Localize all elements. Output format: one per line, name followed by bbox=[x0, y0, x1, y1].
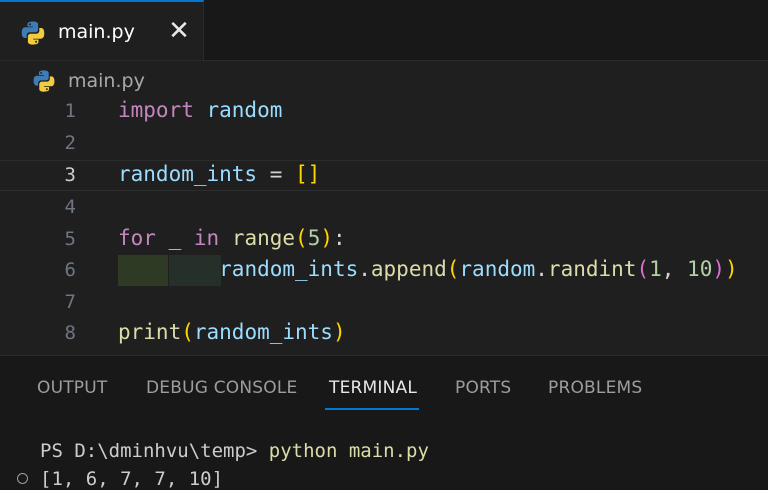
code-token: in bbox=[193, 226, 220, 250]
code-text: random_ints.append(random.randint(1, 10)… bbox=[118, 257, 738, 281]
active-tab-indicator bbox=[325, 408, 419, 410]
breadcrumb-filename: main.py bbox=[68, 70, 145, 92]
close-icon[interactable]: ✕ bbox=[164, 16, 194, 46]
code-token: random_ints bbox=[193, 320, 333, 344]
python-file-icon bbox=[20, 20, 46, 51]
code-token: random bbox=[459, 257, 536, 281]
tab-output[interactable]: OUTPUT bbox=[37, 378, 108, 398]
code-line[interactable]: 2 bbox=[0, 128, 768, 159]
code-token: print bbox=[118, 320, 182, 344]
code-line[interactable]: 7 bbox=[0, 287, 768, 318]
code-editor[interactable]: 1 import random 2 3 random_ints = [] 4 5 for _ … bbox=[0, 96, 768, 354]
code-token: import bbox=[118, 98, 194, 122]
line-number: 3 bbox=[64, 164, 76, 186]
line-number: 4 bbox=[64, 196, 76, 218]
line-number: 5 bbox=[64, 228, 76, 250]
tab-debug-console[interactable]: DEBUG CONSOLE bbox=[146, 378, 297, 398]
line-number: 2 bbox=[64, 132, 76, 154]
editor-tab-main-py[interactable]: main.py ✕ bbox=[0, 0, 204, 60]
code-token: range bbox=[231, 226, 296, 250]
code-text: import random bbox=[118, 98, 282, 122]
code-text: print(random_ints) bbox=[118, 320, 346, 344]
line-number: 6 bbox=[64, 259, 76, 281]
line-number: 7 bbox=[64, 291, 76, 313]
code-line[interactable]: 3 random_ints = [] bbox=[0, 160, 768, 191]
code-token: ( bbox=[446, 257, 460, 281]
line-number: 1 bbox=[64, 100, 76, 122]
code-token: random_ints bbox=[118, 162, 258, 186]
code-token: ( bbox=[636, 257, 650, 281]
line-number: 8 bbox=[64, 322, 76, 344]
python-file-icon bbox=[32, 69, 56, 98]
code-token: for bbox=[118, 226, 156, 250]
code-token: ) bbox=[712, 257, 725, 281]
code-text: for _ in range(5): bbox=[118, 226, 346, 250]
tab-label: main.py bbox=[58, 21, 135, 43]
code-token: 10 bbox=[687, 257, 713, 281]
tab-ports[interactable]: PORTS bbox=[455, 378, 511, 398]
code-token: 5 bbox=[307, 226, 321, 250]
code-token: append bbox=[370, 257, 447, 281]
code-line[interactable]: 1 import random bbox=[0, 96, 768, 127]
code-line[interactable]: 6 random_ints.append(random.randint(1, 1… bbox=[0, 255, 768, 286]
command-status-icon[interactable] bbox=[17, 473, 28, 484]
code-text: random_ints = [] bbox=[118, 162, 320, 186]
code-line[interactable]: 5 for _ in range(5): bbox=[0, 224, 768, 255]
editor-tab-bar: main.py ✕ bbox=[0, 0, 768, 61]
code-line[interactable]: 8 print(random_ints) bbox=[0, 318, 768, 349]
code-token: ( bbox=[295, 226, 308, 250]
terminal-prompt: PS D:\dminhvu\temp> bbox=[40, 440, 269, 462]
code-token: ( bbox=[181, 320, 194, 344]
terminal-command-line[interactable]: PS D:\dminhvu\temp> python main.py bbox=[40, 440, 429, 462]
code-token: _ bbox=[155, 226, 194, 250]
code-token: 1 bbox=[649, 257, 662, 281]
tab-terminal[interactable]: TERMINAL bbox=[329, 378, 417, 398]
code-token: . bbox=[358, 257, 371, 281]
terminal-output: [1, 6, 7, 7, 10] bbox=[40, 468, 224, 490]
code-token: random_ints bbox=[219, 257, 359, 281]
code-token: ) bbox=[725, 257, 738, 281]
code-token: ) bbox=[320, 226, 334, 250]
tab-problems[interactable]: PROBLEMS bbox=[548, 378, 642, 398]
code-token: . bbox=[535, 257, 548, 281]
code-token: = bbox=[257, 162, 296, 186]
bottom-panel: OUTPUT DEBUG CONSOLE TERMINAL PORTS PROB… bbox=[0, 355, 768, 490]
code-line[interactable]: 4 bbox=[0, 192, 768, 223]
code-token: randint bbox=[547, 257, 637, 281]
code-token: : bbox=[333, 226, 346, 250]
code-token: ) bbox=[332, 320, 346, 344]
code-token: random bbox=[193, 98, 283, 122]
code-token: [] bbox=[295, 162, 321, 186]
terminal-command: python main.py bbox=[268, 440, 429, 462]
code-token: , bbox=[661, 257, 688, 281]
